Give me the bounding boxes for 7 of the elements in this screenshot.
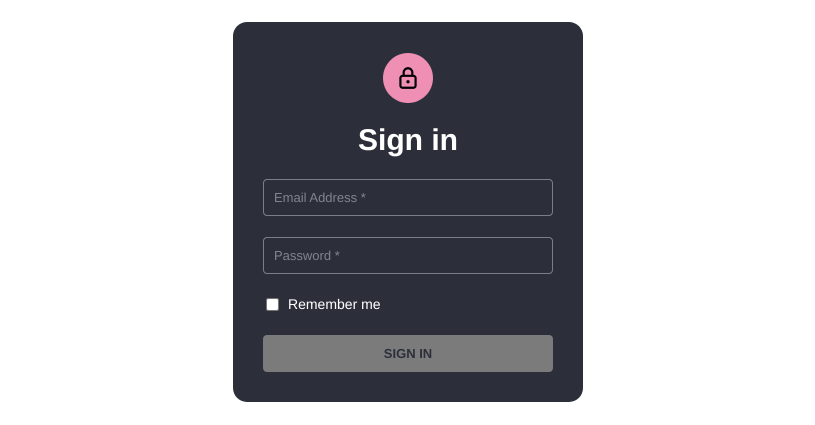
input-field[interactable]: Email Address * (263, 179, 553, 216)
lock-icon (383, 53, 433, 103)
remember-checkbox[interactable] (266, 298, 279, 311)
signin-button[interactable]: SIGN IN (263, 335, 553, 372)
input-field[interactable]: Password * (263, 237, 553, 274)
page-title: Sign in (357, 123, 459, 159)
remember-label: Remember me (288, 295, 381, 314)
